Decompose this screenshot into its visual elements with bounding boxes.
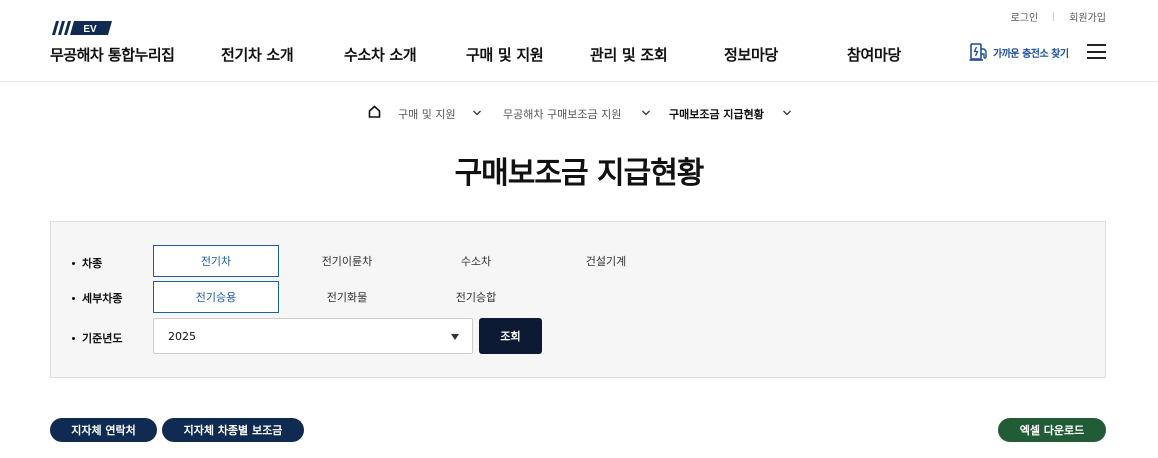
login-link[interactable]: 로그인 xyxy=(1011,9,1039,24)
breadcrumb-item-subsidy-support[interactable]: 무공해차 구매보조금 지원 xyxy=(503,106,621,122)
svg-text:EV: EV xyxy=(83,24,97,35)
year-select-value: 2025 xyxy=(168,329,196,343)
chevron-down-icon[interactable] xyxy=(472,108,482,118)
sub-type-option-passenger[interactable]: 전기승용 xyxy=(153,281,279,313)
nav-purchase-support[interactable]: 구매 및 지원 xyxy=(466,44,544,65)
nav-participation[interactable]: 참여마당 xyxy=(847,44,901,65)
home-icon[interactable] xyxy=(368,105,381,118)
breadcrumb-item-current[interactable]: 구매보조금 지급현황 xyxy=(669,106,764,122)
sub-type-label: 세부차종 xyxy=(72,290,122,306)
charger-label: 가까운 충전소 찾기 xyxy=(993,48,1069,60)
local-gov-subsidy-button[interactable]: 지자체 차종별 보조금 xyxy=(162,418,304,442)
bullet-icon xyxy=(72,336,75,340)
hamburger-menu-icon[interactable] xyxy=(1087,44,1106,59)
chevron-down-icon[interactable] xyxy=(782,108,792,118)
ev-logo-icon[interactable]: EV xyxy=(52,21,112,35)
nearby-charger-button[interactable]: 가까운 충전소 찾기 xyxy=(969,42,1069,62)
site-header: EV 무공해차 통합누리집 로그인 회원가입 전기차 소개 수소차 소개 구매 … xyxy=(0,0,1158,82)
breadcrumb: 구매 및 지원 무공해차 구매보조금 지원 구매보조금 지급현황 xyxy=(0,104,1158,124)
nav-hydrogen-intro[interactable]: 수소차 소개 xyxy=(344,44,417,65)
sub-type-option-cargo[interactable]: 전기화물 xyxy=(284,281,410,313)
breadcrumb-item-purchase-support[interactable]: 구매 및 지원 xyxy=(398,106,456,122)
year-label: 기준년도 xyxy=(72,330,122,346)
bullet-icon xyxy=(72,296,75,300)
nav-manage-lookup[interactable]: 관리 및 조회 xyxy=(590,44,668,65)
utility-menu: 로그인 회원가입 xyxy=(1011,9,1106,24)
query-button[interactable]: 조회 xyxy=(479,318,542,354)
vehicle-type-option-ev[interactable]: 전기차 xyxy=(153,245,279,277)
vehicle-type-option-e-motorcycle[interactable]: 전기이륜차 xyxy=(284,245,410,277)
vehicle-type-option-hydrogen[interactable]: 수소차 xyxy=(413,245,539,277)
chevron-down-icon[interactable] xyxy=(641,108,651,118)
year-select[interactable]: 2025 xyxy=(153,318,473,354)
charger-station-icon xyxy=(969,43,987,61)
sub-type-option-van[interactable]: 전기승합 xyxy=(413,281,539,313)
dropdown-caret-icon xyxy=(451,334,459,340)
nav-ev-intro[interactable]: 전기차 소개 xyxy=(221,44,294,65)
bullet-icon xyxy=(72,261,75,265)
vehicle-type-label: 차종 xyxy=(72,255,102,271)
nav-info[interactable]: 정보마당 xyxy=(724,44,778,65)
page-title: 구매보조금 지급현황 xyxy=(454,156,705,191)
vehicle-type-option-construction[interactable]: 건설기계 xyxy=(543,245,669,277)
signup-link[interactable]: 회원가입 xyxy=(1069,9,1106,24)
local-gov-contact-button[interactable]: 지자체 연락처 xyxy=(50,418,157,442)
excel-download-button[interactable]: 엑셀 다운로드 xyxy=(998,418,1106,442)
utility-divider xyxy=(1053,12,1055,21)
